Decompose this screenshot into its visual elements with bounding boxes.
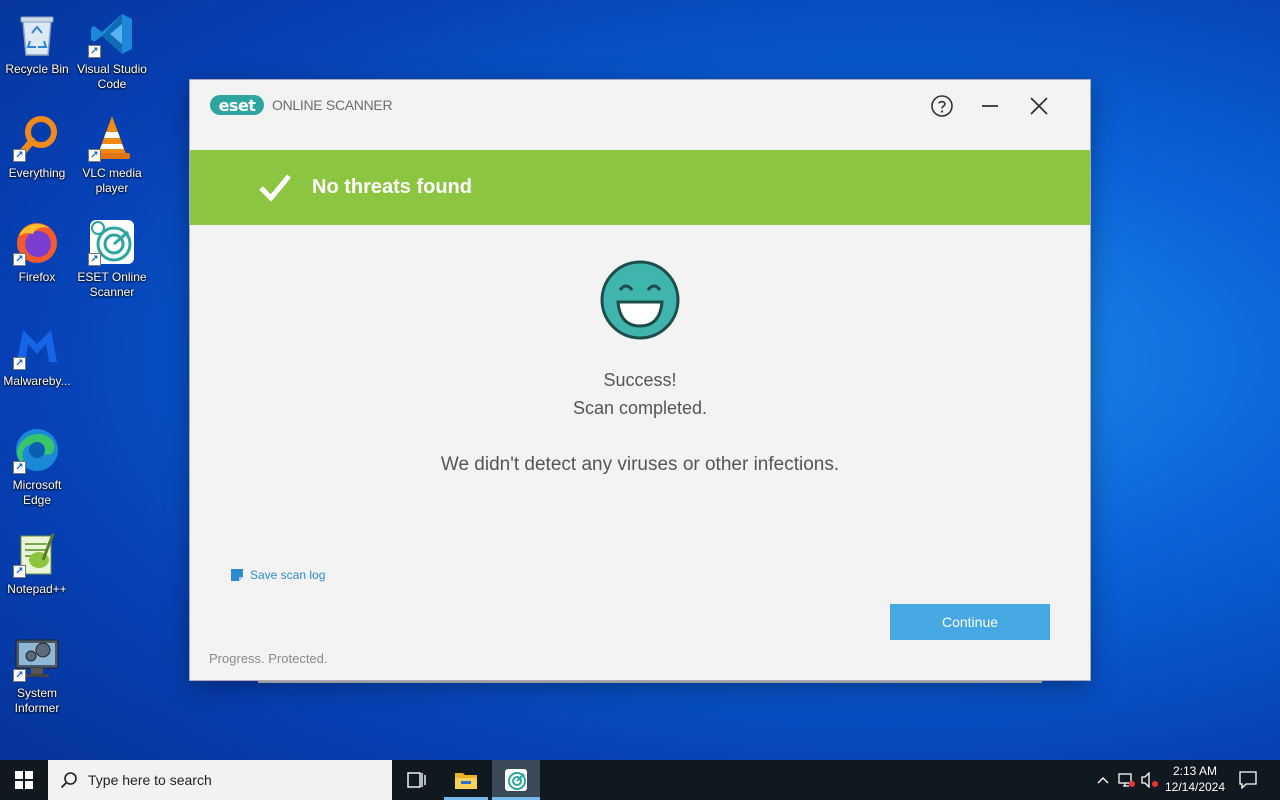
scan-detail-text: We didn't detect any viruses or other in…	[440, 454, 840, 475]
shortcut-arrow-icon: ↗	[13, 357, 26, 370]
eset-tagline: Progress. Protected.	[209, 651, 328, 666]
desktop-icon-label: ESET Online Scanner	[77, 270, 147, 299]
taskbar-clock[interactable]: 2:13 AM 12/14/2024	[1160, 763, 1230, 795]
malwarebytes-icon: ↗	[11, 320, 63, 372]
desktop-icon-label: Malwareby...	[3, 374, 71, 388]
desktop-icon-edge[interactable]: ↗ Microsoft Edge	[0, 424, 74, 508]
desktop-icon-label: System Informer	[14, 686, 60, 715]
scan-completed-text: Scan completed.	[572, 398, 708, 418]
shortcut-arrow-icon: ↗	[13, 565, 26, 578]
eset-online-scanner-window: eset ONLINE SCANNER No threats found Suc…	[190, 80, 1090, 680]
firefox-icon: ↗	[11, 216, 63, 268]
continue-button[interactable]: Continue	[890, 604, 1050, 640]
banner-title: No threats found	[312, 176, 472, 198]
help-icon	[931, 95, 953, 117]
eset-logo-badge: eset	[210, 95, 264, 115]
success-text: Success!	[603, 370, 677, 390]
chevron-up-icon	[1097, 777, 1109, 784]
save-log-icon	[231, 569, 243, 581]
desktop-icon-label: Recycle Bin	[5, 62, 69, 76]
minimize-icon	[982, 105, 998, 107]
close-icon	[1030, 97, 1048, 115]
system-informer-icon: ↗	[11, 632, 63, 684]
notification-icon	[1239, 771, 1257, 789]
close-button[interactable]	[1025, 92, 1053, 120]
windows-logo-icon	[15, 771, 33, 789]
desktop-icon-label: Visual Studio Code	[77, 62, 147, 91]
notepadpp-icon: ↗	[11, 528, 63, 580]
taskbar: 2:13 AM 12/14/2024	[0, 760, 1280, 800]
desktop-icon-vlc[interactable]: ↗ VLC media player	[75, 112, 149, 196]
search-input[interactable]	[88, 772, 368, 788]
desktop-icon-system-informer[interactable]: ↗ System Informer	[0, 632, 74, 716]
edge-icon: ↗	[11, 424, 63, 476]
shortcut-arrow-icon: ↗	[13, 253, 26, 266]
desktop-icon-firefox[interactable]: ↗ Firefox	[0, 216, 74, 285]
volume-muted-icon	[1141, 772, 1158, 788]
desktop-icon-label: VLC media player	[82, 166, 142, 195]
desktop-icon-vscode[interactable]: ↗ Visual Studio Code	[75, 8, 149, 92]
shortcut-arrow-icon: ↗	[13, 149, 26, 162]
desktop-icon-label: Notepad++	[7, 582, 67, 596]
search-icon	[60, 772, 77, 789]
clock-date: 12/14/2024	[1164, 780, 1226, 794]
desktop-icon-label: Firefox	[18, 270, 56, 284]
vscode-icon: ↗	[86, 8, 138, 60]
eset-title-bar[interactable]: eset ONLINE SCANNER	[190, 80, 1090, 150]
desktop-icon-notepadpp[interactable]: ↗ Notepad++	[0, 528, 74, 597]
help-button[interactable]	[928, 92, 956, 120]
clock-time: 2:13 AM	[1172, 764, 1218, 778]
volume-button[interactable]	[1140, 760, 1160, 800]
background-window-edge	[258, 680, 1042, 683]
recycle-bin-icon	[11, 8, 63, 60]
save-scan-log-link[interactable]: Save scan log	[230, 568, 325, 582]
checkmark-icon	[259, 173, 291, 202]
task-view-icon	[407, 772, 426, 788]
save-scan-log-label: Save scan log	[250, 568, 326, 582]
everything-search-icon: ↗	[11, 112, 63, 164]
eset-logo: eset ONLINE SCANNER	[210, 95, 393, 115]
desktop-icon-eset[interactable]: ↗ ESET Online Scanner	[75, 216, 149, 300]
shortcut-arrow-icon: ↗	[88, 45, 101, 58]
desktop-icon-recycle-bin[interactable]: Recycle Bin	[0, 8, 74, 77]
desktop-icon-label: Microsoft Edge	[12, 478, 62, 507]
shortcut-arrow-icon: ↗	[88, 253, 101, 266]
folder-icon	[455, 773, 477, 789]
file-explorer-button[interactable]	[442, 760, 490, 800]
shortcut-arrow-icon: ↗	[88, 149, 101, 162]
start-button[interactable]	[0, 760, 48, 800]
notifications-button[interactable]	[1234, 760, 1262, 800]
task-view-button[interactable]	[392, 760, 440, 800]
show-hidden-icons-button[interactable]	[1092, 760, 1114, 800]
vlc-cone-icon: ↗	[86, 112, 138, 164]
eset-scanner-icon	[505, 769, 527, 791]
result-banner: No threats found	[190, 150, 1090, 225]
smiley-face-icon	[600, 260, 680, 340]
shortcut-arrow-icon: ↗	[13, 669, 26, 682]
eset-scanner-icon: ↗	[86, 216, 138, 268]
network-icon	[1118, 773, 1135, 787]
network-button[interactable]	[1116, 760, 1138, 800]
eset-taskbar-button[interactable]	[492, 760, 540, 800]
minimize-button[interactable]	[976, 92, 1004, 120]
shortcut-arrow-icon: ↗	[13, 461, 26, 474]
eset-product-name: ONLINE SCANNER	[272, 97, 393, 113]
desktop-icon-label: Everything	[8, 166, 66, 180]
taskbar-search-box[interactable]	[48, 760, 392, 800]
desktop-icon-malwarebytes[interactable]: ↗ Malwareby...	[0, 320, 74, 389]
desktop-icon-everything[interactable]: ↗ Everything	[0, 112, 74, 181]
